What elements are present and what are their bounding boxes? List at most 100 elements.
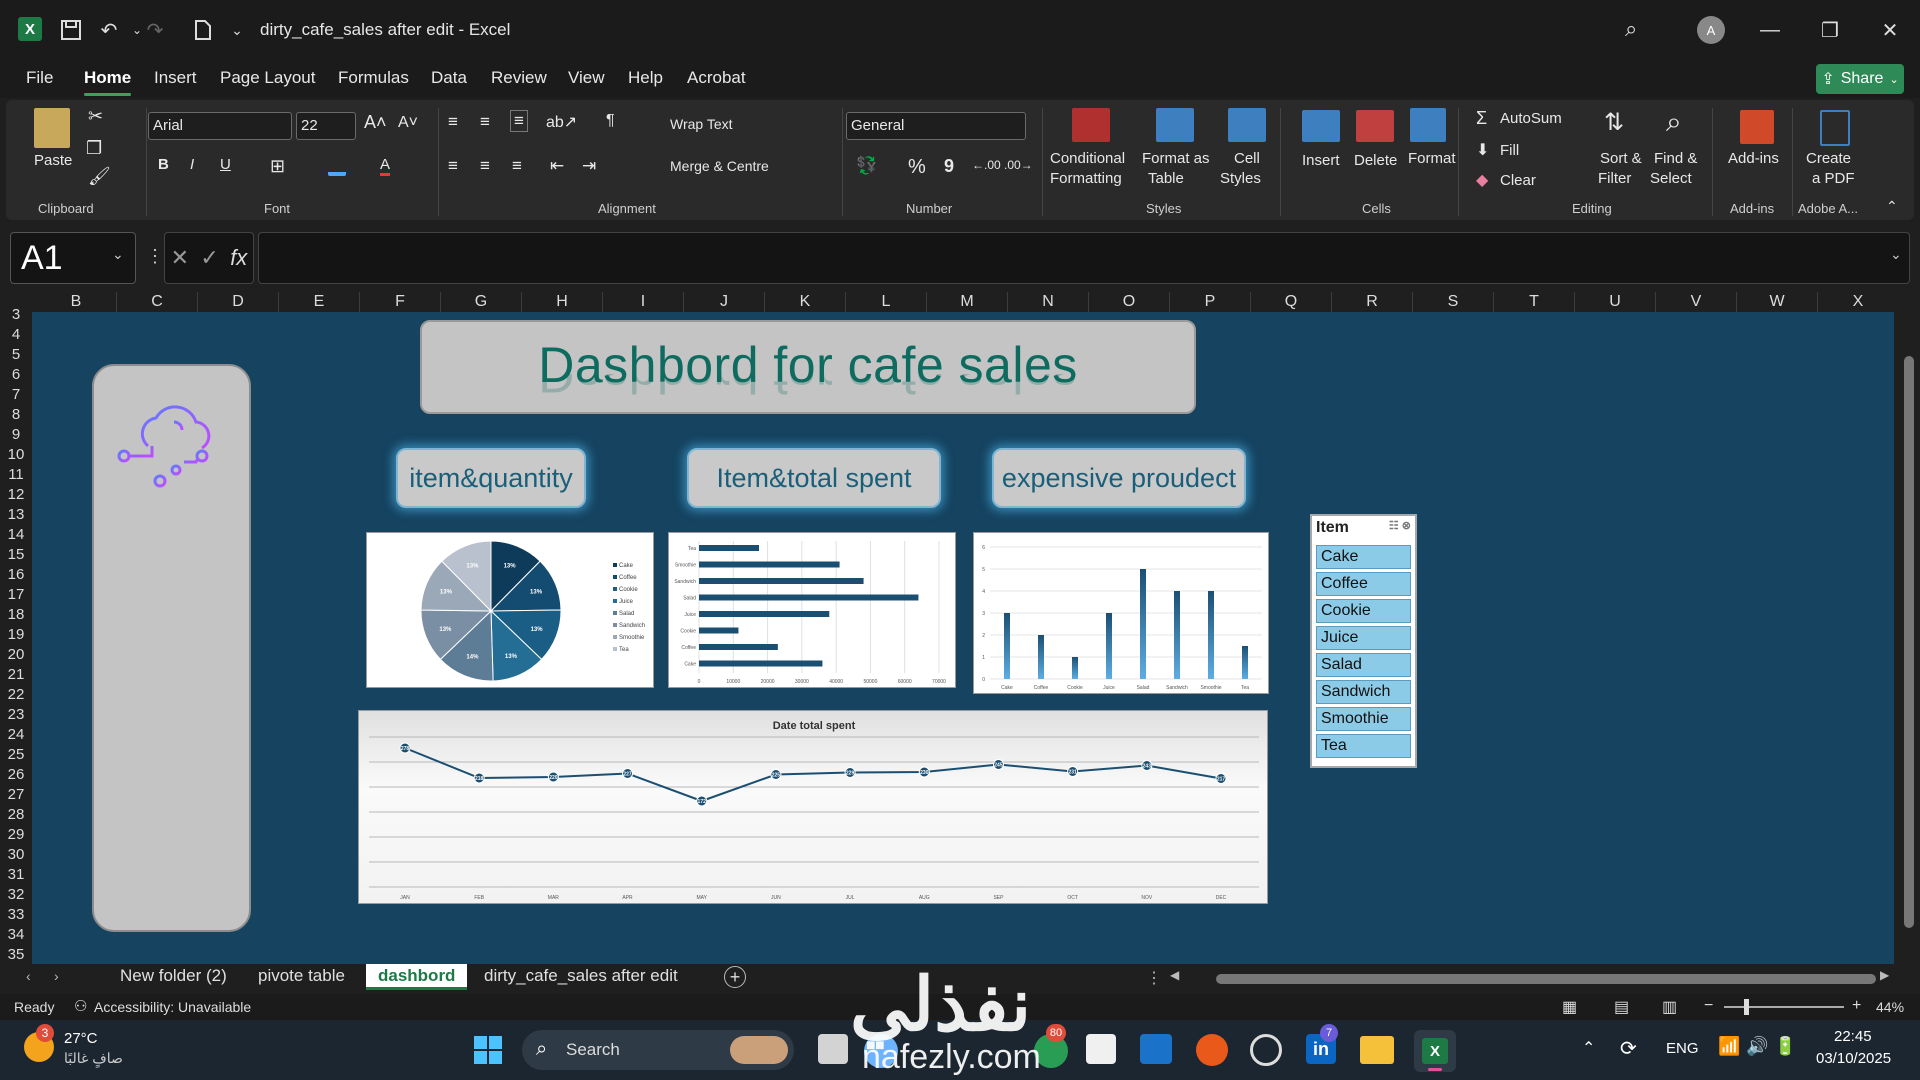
cancel-icon[interactable]: ✕ — [171, 245, 189, 271]
cell-styles-label[interactable]: Cell — [1234, 150, 1260, 167]
column-header[interactable]: M — [927, 292, 1008, 312]
pie-chart[interactable]: 13% 13% 13% 13% 14% 13% 13% 13% Cake Coffee Cookie… — [366, 532, 654, 688]
column-header[interactable]: B — [36, 292, 117, 312]
autosum-button[interactable]: AutoSum — [1500, 110, 1562, 127]
row-header[interactable]: 8 — [0, 406, 32, 426]
zoom-level[interactable]: 44% — [1876, 999, 1904, 1015]
row-header[interactable]: 24 — [0, 726, 32, 746]
clock-date[interactable]: 03/10/2025 — [1816, 1050, 1891, 1067]
row-header[interactable]: 23 — [0, 706, 32, 726]
row-header[interactable]: 28 — [0, 806, 32, 826]
paste-icon[interactable] — [34, 108, 70, 148]
tab-review[interactable]: Review — [491, 68, 547, 88]
row-header[interactable]: 30 — [0, 846, 32, 866]
find-select-label[interactable]: Find & — [1654, 150, 1697, 167]
sheet-tab-new-folder[interactable]: New folder (2) — [120, 966, 227, 986]
file-explorer-icon[interactable] — [1360, 1036, 1394, 1064]
tab-acrobat[interactable]: Acrobat — [687, 68, 746, 88]
scroll-left-icon[interactable]: ◀ — [1170, 968, 1179, 982]
row-header[interactable]: 21 — [0, 666, 32, 686]
clock-time[interactable]: 22:45 — [1834, 1028, 1872, 1045]
decrease-decimal-icon[interactable]: .00→ — [1004, 158, 1033, 172]
row-header[interactable]: 10 — [0, 446, 32, 466]
column-header[interactable]: D — [198, 292, 279, 312]
expand-formula-icon[interactable]: ⌄ — [1890, 246, 1902, 263]
cut-icon[interactable]: ✂ — [88, 106, 103, 127]
tab-data[interactable]: Data — [431, 68, 467, 88]
expensive-product-button[interactable]: expensive proudect — [992, 448, 1246, 508]
chevron-down-icon[interactable]: ⌄ — [112, 246, 124, 263]
fill-color-icon[interactable] — [328, 160, 346, 176]
format-painter-icon[interactable]: 🖌 — [88, 166, 111, 187]
format-as-table-label2[interactable]: Table — [1148, 170, 1184, 187]
sheet-tab-dashbord[interactable]: dashbord — [366, 964, 468, 990]
column-header[interactable]: J — [684, 292, 765, 312]
align-right-icon[interactable]: ≡ — [512, 156, 522, 176]
create-pdf-icon[interactable] — [1820, 110, 1850, 146]
row-header[interactable]: 34 — [0, 926, 32, 946]
row-header[interactable]: 19 — [0, 626, 32, 646]
insert-function-button[interactable]: fx — [230, 245, 247, 271]
formula-input[interactable] — [258, 232, 1910, 284]
align-top-icon[interactable]: ≡ — [448, 112, 458, 132]
outlook-icon[interactable] — [1140, 1034, 1172, 1064]
column-header[interactable]: G — [441, 292, 522, 312]
column-header[interactable]: R — [1332, 292, 1413, 312]
slicer-item[interactable]: Sandwich — [1316, 680, 1411, 704]
row-header[interactable]: 17 — [0, 586, 32, 606]
format-as-table-icon[interactable] — [1156, 108, 1194, 142]
conditional-formatting-icon[interactable] — [1072, 108, 1110, 142]
enter-icon[interactable]: ✓ — [200, 245, 218, 271]
close-button[interactable]: ✕ — [1868, 12, 1912, 48]
slicer-item[interactable]: Tea — [1316, 734, 1411, 758]
tab-file[interactable]: File — [26, 68, 53, 88]
row-header[interactable]: 3 — [0, 306, 32, 326]
delete-cells-icon[interactable] — [1356, 110, 1394, 142]
insert-cells-button[interactable]: Insert — [1302, 152, 1340, 169]
slicer-item[interactable]: Smoothie — [1316, 707, 1411, 731]
firefox-icon[interactable] — [1196, 1034, 1228, 1066]
decrease-font-icon[interactable]: A˅ — [398, 114, 418, 132]
add-ins-icon[interactable] — [1740, 110, 1774, 144]
delete-cells-button[interactable]: Delete — [1354, 152, 1397, 169]
horizontal-scrollbar[interactable] — [1216, 974, 1876, 984]
prev-sheet-icon[interactable]: ‹ — [26, 968, 31, 984]
clear-icon[interactable]: ◆ — [1476, 170, 1488, 190]
row-header[interactable]: 18 — [0, 606, 32, 626]
column-header[interactable]: U — [1575, 292, 1656, 312]
align-middle-icon[interactable]: ≡ — [480, 112, 490, 132]
column-header[interactable]: O — [1089, 292, 1170, 312]
conditional-formatting-label2[interactable]: Formatting — [1050, 170, 1122, 187]
autosum-icon[interactable]: Σ — [1476, 108, 1487, 129]
slicer-item[interactable]: Coffee — [1316, 572, 1411, 596]
search-icon[interactable]: ⌕ — [1625, 16, 1637, 42]
row-header[interactable]: 32 — [0, 886, 32, 906]
item-total-spent-button[interactable]: Item&total spent — [687, 448, 941, 508]
font-color-icon[interactable]: A — [380, 156, 391, 176]
row-header[interactable]: 6 — [0, 366, 32, 386]
slicer-item[interactable]: Salad — [1316, 653, 1411, 677]
row-header[interactable]: 7 — [0, 386, 32, 406]
row-header[interactable]: 5 — [0, 346, 32, 366]
column-header[interactable]: V — [1656, 292, 1737, 312]
font-name-select[interactable]: Arial — [148, 112, 292, 140]
decrease-indent-icon[interactable]: ⇤ — [550, 156, 564, 176]
zoom-out-icon[interactable]: − — [1704, 997, 1713, 1015]
weather-temp[interactable]: 27°C — [64, 1030, 98, 1047]
minimize-button[interactable]: — — [1748, 12, 1792, 48]
sheet-tab-dirty-cafe-sales[interactable]: dirty_cafe_sales after edit — [484, 966, 678, 986]
sync-icon[interactable]: ⟳ — [1620, 1036, 1637, 1061]
italic-button[interactable]: I — [190, 156, 194, 173]
slicer-item[interactable]: Juice — [1316, 626, 1411, 650]
format-cells-icon[interactable] — [1410, 108, 1446, 142]
align-center-icon[interactable]: ≡ — [480, 156, 490, 176]
currency-icon[interactable]: 💱 — [856, 156, 877, 176]
row-header[interactable]: 12 — [0, 486, 32, 506]
copy-icon[interactable]: ❐ — [86, 138, 102, 159]
row-header[interactable]: 22 — [0, 686, 32, 706]
align-bottom-icon[interactable]: ≡ — [510, 110, 528, 132]
cell-styles-label2[interactable]: Styles — [1220, 170, 1261, 187]
accessibility-icon[interactable]: ⚇ — [74, 997, 87, 1015]
add-sheet-button[interactable]: + — [724, 966, 746, 988]
column-header[interactable]: L — [846, 292, 927, 312]
